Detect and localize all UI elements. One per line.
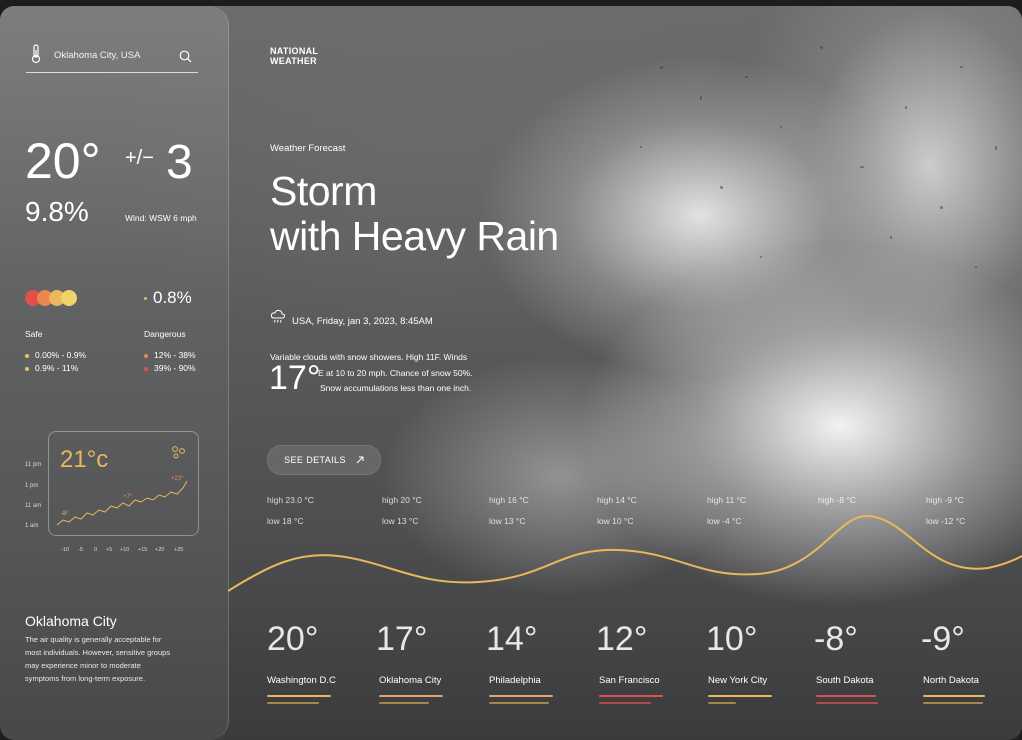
city-description: The air quality is generally acceptable … xyxy=(25,635,162,644)
humidity-value: 9.8% xyxy=(25,196,89,227)
city-bar xyxy=(923,695,985,697)
city-bar xyxy=(379,702,429,704)
city-bar xyxy=(923,702,983,704)
mini-chart-xlabel: -10 xyxy=(61,547,69,553)
city-bar xyxy=(816,702,878,704)
city-bar xyxy=(267,695,331,697)
safe-range: 0.00% - 0.9% xyxy=(25,350,86,360)
forecast-title-line2: with Heavy Rain xyxy=(270,213,559,259)
safe-range: 0.9% - 11% xyxy=(25,363,78,373)
mini-chart-xlabel: +5 xyxy=(106,547,113,553)
indicator-circle xyxy=(61,290,77,306)
forecast-title: Storm with Heavy Rain xyxy=(270,169,559,259)
mini-chart-xlabel: 0 xyxy=(94,547,98,553)
temperature-mini-chart: 21°c -8° +7° +23° xyxy=(48,431,199,536)
sidebar: Oklahoma City, USA 20° +/− 3 9.8% Wind: … xyxy=(0,6,229,740)
dangerous-label: Dangerous xyxy=(144,329,186,339)
mini-chart-ylabel: 1 am xyxy=(25,523,39,529)
mini-chart-ylabel: 1 pm xyxy=(25,483,39,489)
delta-sign: +/− xyxy=(125,147,154,169)
mini-chart-xaxis: -10 -5 0 +5 +10 +15 +20 +25 xyxy=(61,547,191,557)
safe-label: Safe xyxy=(25,329,43,339)
forecast-description: Snow accumulations less than one inch. xyxy=(320,383,472,393)
city-temperature: 20° xyxy=(267,620,319,658)
mini-chart-xlabel: +10 xyxy=(120,547,130,553)
mini-chart-xlabel: -5 xyxy=(78,547,83,553)
city-temperature: 10° xyxy=(706,620,758,658)
city-temperature: -9° xyxy=(921,620,965,658)
danger-range: 39% - 90% xyxy=(144,363,196,373)
forecast-big-temp: 17° xyxy=(269,359,321,397)
city-name: South Dakota xyxy=(816,675,874,686)
brand-logo[interactable]: NATIONAL xyxy=(270,46,318,56)
indicator-value: 0.8% xyxy=(144,288,192,308)
location-search[interactable]: Oklahoma City, USA xyxy=(26,42,198,73)
mini-chart-xlabel: +15 xyxy=(138,547,148,553)
city-temperature: 14° xyxy=(486,620,538,658)
search-icon[interactable] xyxy=(179,50,192,63)
delta-value: 3 xyxy=(166,136,193,189)
brand-logo-line2: WEATHER xyxy=(270,56,317,66)
mini-chart-xlabel: +20 xyxy=(155,547,165,553)
city-bar xyxy=(489,695,553,697)
see-details-label: SEE DETAILS xyxy=(284,455,346,465)
city-description: symptoms from long-term exposure. xyxy=(25,674,146,683)
air-quality-indicator xyxy=(25,290,85,306)
danger-range: 12% - 38% xyxy=(144,350,196,360)
temperature-wave xyxy=(228,514,1022,592)
city-bar xyxy=(489,702,549,704)
city-bar xyxy=(379,695,443,697)
city-bar xyxy=(267,702,319,704)
forecast-title-line1: Storm xyxy=(270,168,377,214)
wind-info: Wind: WSW 6 mph xyxy=(125,213,197,223)
forecast-description: E at 10 to 20 mph. Chance of snow 50%. xyxy=(318,368,473,378)
thermometer-icon xyxy=(31,44,41,64)
city-name: Washington D.C xyxy=(267,675,336,686)
city-name: Oklahoma City xyxy=(379,675,442,686)
city-bar xyxy=(708,695,772,697)
city-bar xyxy=(599,702,651,704)
city-name: North Dakota xyxy=(923,675,979,686)
city-name: San Francisco xyxy=(599,675,660,686)
city-title: Oklahoma City xyxy=(25,613,117,629)
city-bar xyxy=(599,695,663,697)
city-temperature: -8° xyxy=(814,620,858,658)
city-description: most individuals. However, sensitive gro… xyxy=(25,648,171,657)
mini-chart-line xyxy=(56,480,188,526)
city-name: Philadelphia xyxy=(489,675,541,686)
forecast-datetime: USA, Friday, jan 3, 2023, 8:45AM xyxy=(292,316,433,327)
search-input[interactable]: Oklahoma City, USA xyxy=(54,50,140,61)
city-bar xyxy=(708,702,736,704)
see-details-button[interactable]: SEE DETAILS xyxy=(267,445,381,475)
arrow-up-right-icon xyxy=(356,456,364,464)
mini-chart-ylabel: 11 pm xyxy=(25,462,42,468)
city-temperature: 12° xyxy=(596,620,648,658)
weather-dashboard: Oklahoma City, USA 20° +/− 3 9.8% Wind: … xyxy=(0,6,1022,740)
current-temperature: 20° xyxy=(25,133,101,189)
forecast-label: Weather Forecast xyxy=(270,143,346,154)
city-bar xyxy=(816,695,876,697)
city-temperature: 17° xyxy=(376,620,428,658)
mini-chart-ylabel: 11 am xyxy=(25,503,42,509)
city-description: may experience minor to moderate xyxy=(25,661,141,670)
city-name: New York City xyxy=(708,675,768,686)
cloud-rain-icon xyxy=(270,309,286,323)
mini-chart-xlabel: +25 xyxy=(174,547,184,553)
